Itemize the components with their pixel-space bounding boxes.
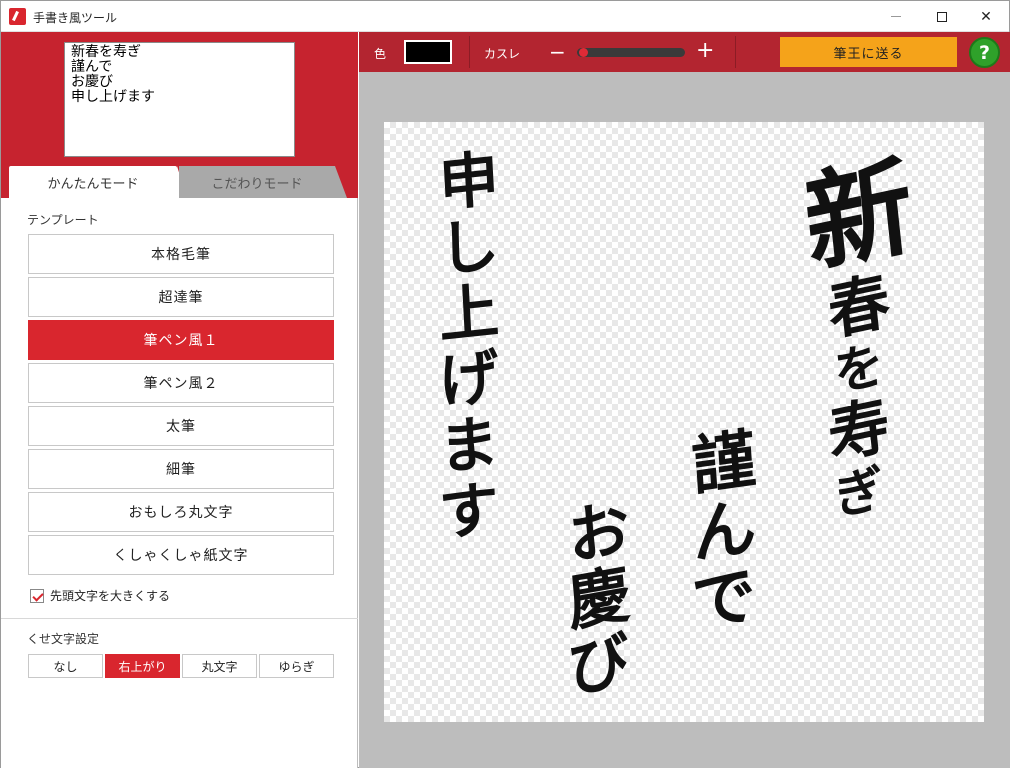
message-text-input[interactable]: 新春を寿ぎ 謹んで お慶び 申し上げます	[64, 42, 295, 157]
template-button-selected[interactable]: 筆ペン風１	[28, 320, 334, 360]
template-button[interactable]: くしゃくしゃ紙文字	[28, 535, 334, 575]
template-button[interactable]: 筆ペン風２	[28, 363, 334, 403]
kasure-decrease-button[interactable]: −	[549, 42, 566, 62]
app-brush-icon	[9, 8, 26, 25]
kuse-option-none[interactable]: なし	[28, 654, 103, 678]
calligraphy-char: び	[565, 622, 633, 707]
calligraphy-char: 寿	[824, 387, 894, 474]
title-bar: 手書き風ツール ✕	[1, 1, 1009, 32]
template-section-label: テンプレート	[27, 213, 99, 227]
calligraphy-char: げ	[437, 341, 501, 419]
template-button[interactable]: おもしろ丸文字	[28, 492, 334, 532]
kasure-slider[interactable]	[577, 48, 685, 57]
template-button[interactable]: 超達筆	[28, 277, 334, 317]
close-button[interactable]: ✕	[963, 1, 1009, 32]
section-divider	[1, 618, 358, 619]
calligraphy-char: ま	[437, 407, 501, 485]
minimize-button[interactable]	[873, 1, 919, 32]
toolbar: 色 カスレ − + 筆王に送る ?	[359, 32, 1010, 72]
calligraphy-char: 申	[437, 143, 501, 221]
preview-canvas[interactable]: 新春を寿ぎ謹んでお慶び申し上げます	[384, 122, 984, 722]
maximize-button[interactable]	[919, 1, 965, 32]
first-char-large-option[interactable]: 先頭文字を大きくする	[30, 587, 170, 604]
text-input-area: 新春を寿ぎ 謹んで お慶び 申し上げます かんたんモード こだわりモード	[1, 32, 358, 198]
help-button[interactable]: ?	[969, 37, 1000, 68]
kuse-options: なし 右上がり 丸文字 ゆらぎ	[28, 654, 336, 678]
kuse-section-label: くせ文字設定	[27, 632, 100, 646]
kasure-label: カスレ	[484, 47, 521, 61]
kasure-increase-button[interactable]: +	[696, 40, 714, 62]
kuse-option-right-up[interactable]: 右上がり	[105, 654, 180, 678]
close-icon: ✕	[980, 8, 992, 25]
kuse-option-round[interactable]: 丸文字	[182, 654, 257, 678]
maximize-icon	[937, 11, 947, 22]
calligraphy-char: し	[437, 209, 501, 287]
template-button[interactable]: 太筆	[28, 406, 334, 446]
template-list: 本格毛筆 超達筆 筆ペン風１ 筆ペン風２ 太筆 細筆 おもしろ丸文字 くしゃくし…	[28, 234, 334, 578]
kasure-slider-knob[interactable]	[578, 48, 588, 57]
tab-detail-mode[interactable]: こだわりモード	[179, 166, 347, 198]
template-button[interactable]: 本格毛筆	[28, 234, 334, 274]
canvas-area: 新春を寿ぎ謹んでお慶び申し上げます	[359, 72, 1010, 768]
first-char-large-checkbox[interactable]	[30, 588, 44, 603]
toolbar-separator	[735, 36, 736, 68]
left-panel: 新春を寿ぎ 謹んで お慶び 申し上げます かんたんモード こだわりモード テンプ…	[1, 32, 358, 768]
tab-easy-mode[interactable]: かんたんモード	[9, 166, 187, 198]
app-window: 手書き風ツール ✕ 新春を寿ぎ 謹んで お慶び 申し上げます かんたんモード こ…	[0, 0, 1010, 768]
template-button[interactable]: 細筆	[28, 449, 334, 489]
calligraphy-char: で	[689, 557, 759, 642]
calligraphy-char: す	[437, 473, 501, 551]
kuse-option-wobble[interactable]: ゆらぎ	[259, 654, 334, 678]
window-title: 手書き風ツール	[33, 11, 118, 25]
first-char-large-label: 先頭文字を大きくする	[50, 589, 171, 603]
calligraphy-char: 上	[437, 275, 501, 353]
color-label: 色	[374, 47, 387, 61]
color-swatch[interactable]	[404, 40, 452, 64]
calligraphy-char: ぎ	[831, 457, 887, 528]
send-to-fudeoh-button[interactable]: 筆王に送る	[780, 37, 957, 67]
calligraphy-char: 春	[824, 263, 894, 350]
toolbar-separator	[469, 36, 470, 68]
calligraphy-char: 新	[799, 142, 919, 290]
minimize-icon	[891, 16, 901, 17]
